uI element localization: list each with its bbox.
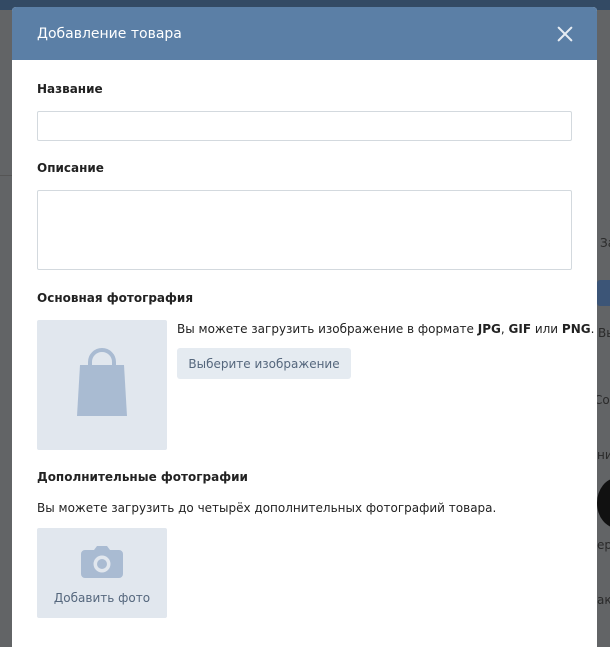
extra-photos-hint: Вы можете загрузить до четырёх дополните… [37, 501, 497, 515]
name-label: Название [37, 82, 103, 96]
description-label: Описание [37, 161, 104, 175]
background-fragment: ак [597, 593, 610, 607]
main-photo-hint: Вы можете загрузить изображение в формат… [177, 322, 595, 336]
add-photo-label: Добавить фото [53, 591, 151, 605]
background-fragment: ери [597, 538, 610, 552]
background-fragment: нис [597, 448, 610, 462]
modal-header: Добавление товара [12, 7, 597, 60]
close-icon[interactable] [557, 26, 573, 42]
main-photo-label: Основная фотография [37, 291, 194, 305]
background-avatar [597, 478, 610, 528]
background-divider [0, 175, 12, 176]
background-fragment: Зa [600, 236, 610, 250]
description-textarea[interactable] [37, 190, 572, 270]
add-photo-button[interactable]: Добавить фото [37, 528, 167, 618]
main-photo-placeholder[interactable] [37, 320, 167, 450]
camera-icon [81, 546, 123, 578]
name-input[interactable] [37, 111, 572, 141]
add-product-modal: Добавление товара Название Описание Осно… [12, 7, 597, 647]
modal-title: Добавление товара [37, 25, 182, 42]
background-button [597, 280, 610, 306]
extra-photos-label: Дополнительные фотографии [37, 470, 248, 484]
choose-image-button[interactable]: Выберите изображение [177, 348, 351, 379]
shopping-bag-icon [77, 348, 127, 416]
background-fragment: Вь [598, 326, 610, 340]
